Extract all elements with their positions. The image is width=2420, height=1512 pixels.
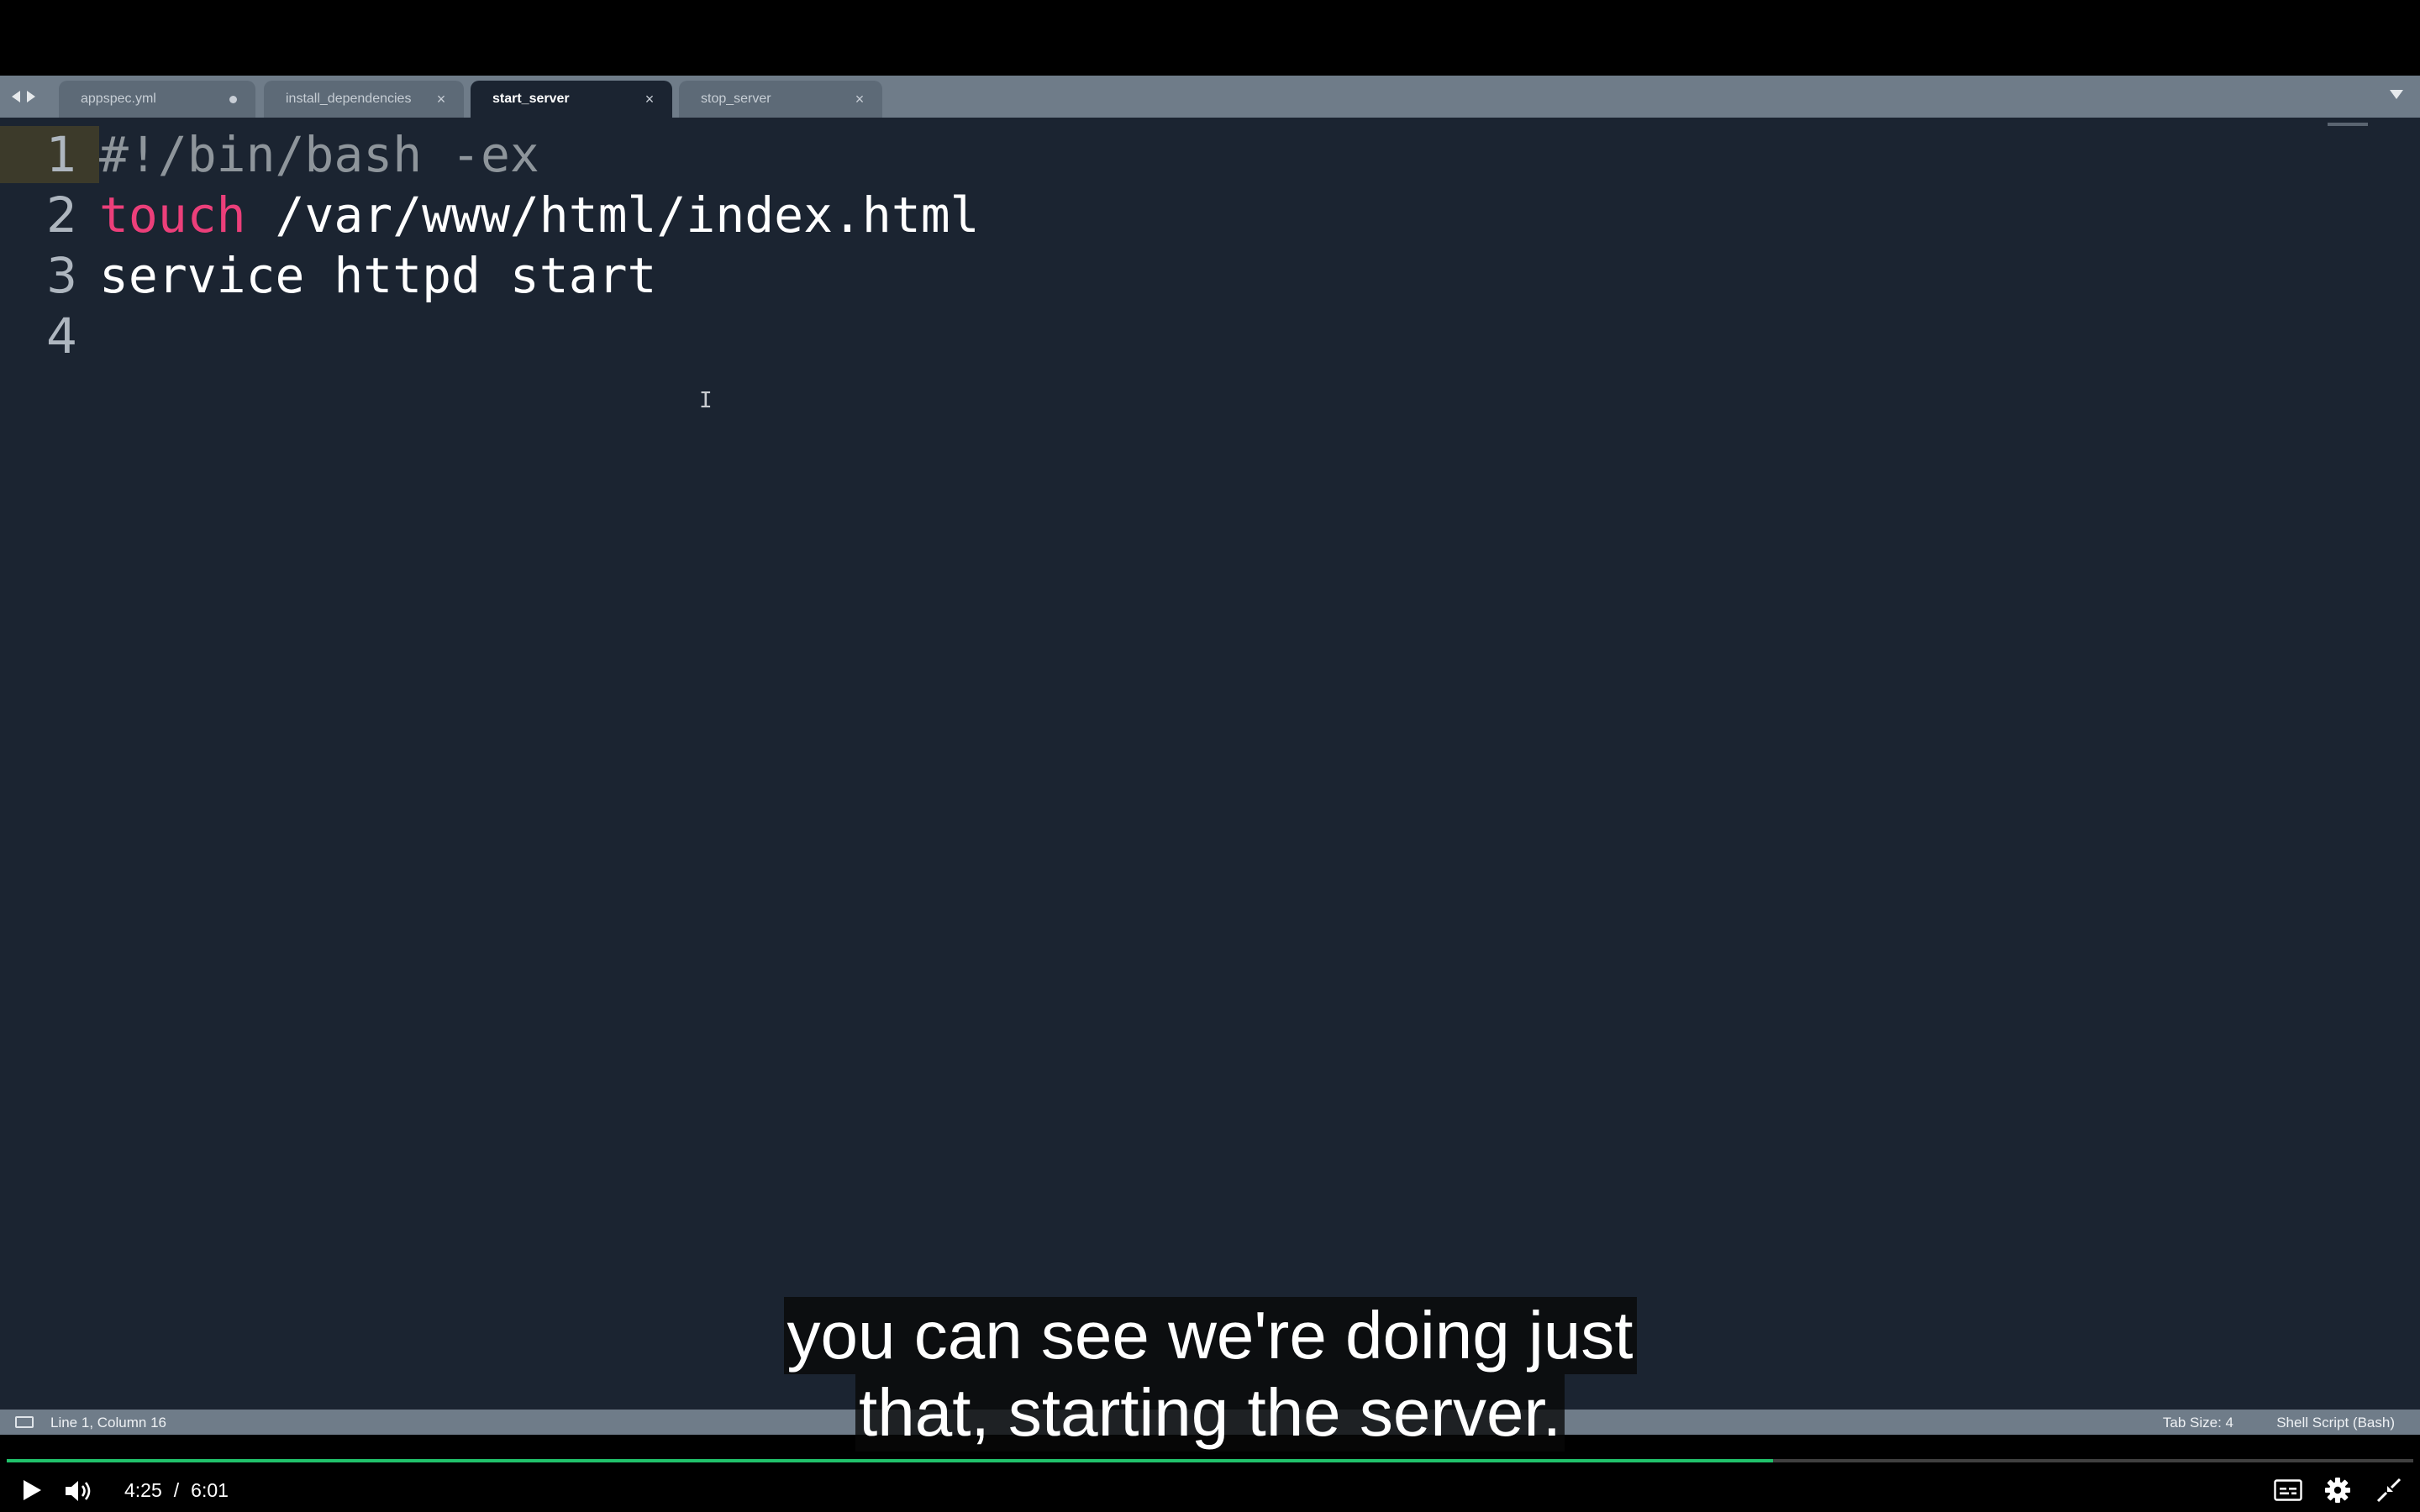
code-editor[interactable]: 1 #!/bin/bash -ex 2 touch /var/www/html/…: [0, 118, 2420, 1410]
seek-bar[interactable]: [7, 1459, 2413, 1462]
tab-label: appspec.yml: [81, 92, 156, 106]
play-icon[interactable]: [24, 1480, 41, 1500]
close-icon[interactable]: ×: [852, 91, 867, 108]
duration: 6:01: [191, 1479, 229, 1501]
volume-icon[interactable]: [64, 1478, 94, 1504]
tab-start-server[interactable]: start_server ×: [471, 81, 672, 118]
tab-bar: appspec.yml install_dependencies × start…: [0, 76, 2420, 118]
close-icon[interactable]: ×: [434, 91, 449, 108]
subtitle-line: that, starting the server.: [855, 1374, 1565, 1452]
tab-stop-server[interactable]: stop_server ×: [679, 81, 882, 118]
code-line[interactable]: 1 #!/bin/bash -ex: [0, 124, 539, 185]
exit-fullscreen-icon[interactable]: [2376, 1478, 2402, 1503]
code-line[interactable]: 3 service httpd start: [0, 245, 656, 306]
tab-navigation: [12, 87, 35, 106]
gear-icon[interactable]: [2324, 1477, 2351, 1504]
captions-icon[interactable]: [2274, 1479, 2302, 1501]
player-controls: 4:25 / 6:01: [0, 1468, 2420, 1512]
video-player: appspec.yml install_dependencies × start…: [0, 0, 2420, 1512]
chevron-down-icon[interactable]: [2390, 90, 2403, 99]
current-time: 4:25: [124, 1479, 162, 1501]
subtitle-line: you can see we're doing just: [783, 1297, 1637, 1374]
code-line[interactable]: 4: [0, 306, 99, 366]
time-separator: /: [173, 1479, 180, 1501]
seek-bar-progress: [7, 1459, 1774, 1462]
text-cursor-icon: I: [699, 388, 713, 413]
tab-label: install_dependencies: [286, 92, 412, 106]
line-number: 1: [46, 126, 77, 183]
code-token-plain: service httpd start: [99, 247, 657, 304]
code-line[interactable]: 2 touch /var/www/html/index.html: [0, 185, 980, 245]
letterbox-top: [0, 0, 2420, 76]
time-display: 4:25 / 6:01: [124, 1479, 229, 1502]
line-number: 4: [46, 307, 77, 365]
unsaved-dot-icon[interactable]: [229, 95, 237, 103]
code-token-comment: #!/bin/bash -ex: [99, 126, 539, 183]
close-icon[interactable]: ×: [642, 91, 657, 108]
chevron-left-icon[interactable]: [12, 91, 20, 102]
code-token-keyword: touch: [99, 186, 246, 244]
tab-label: start_server: [492, 92, 570, 106]
tab-appspec[interactable]: appspec.yml: [59, 81, 255, 118]
tab-install-dependencies[interactable]: install_dependencies ×: [264, 81, 464, 118]
chevron-right-icon[interactable]: [27, 91, 35, 102]
minimap[interactable]: [2328, 123, 2368, 126]
subtitles: you can see we're doing just that, start…: [0, 1297, 2420, 1452]
tab-label: stop_server: [701, 92, 771, 106]
code-token-plain: /var/www/html/index.html: [245, 186, 980, 244]
line-number: 3: [46, 247, 77, 304]
line-number: 2: [46, 186, 77, 244]
